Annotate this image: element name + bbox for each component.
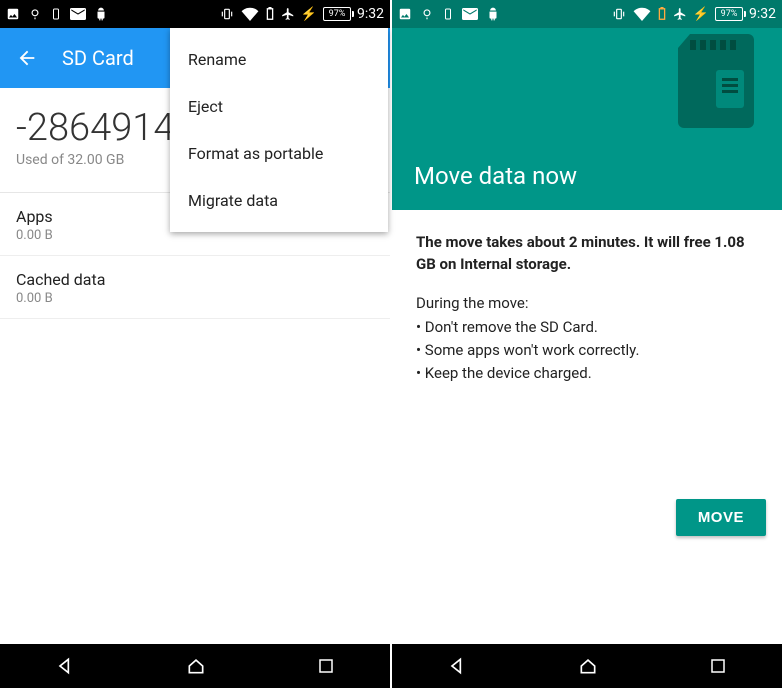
phone-icon [50,7,62,21]
screenshot-sdcard-settings: ⚡ 97% 9:32 SD Card ⋮ -2864914 Used of 32… [0,0,390,688]
airplane-icon [673,7,687,21]
row-label: Cached data [16,270,374,289]
overflow-menu: Rename Eject Format as portable Migrate … [170,28,388,232]
phone-icon [442,7,454,21]
move-button[interactable]: MOVE [676,499,766,536]
bullet-3: • Keep the device charged. [416,362,758,385]
vibrate-icon [219,7,235,21]
mail-icon [462,8,478,20]
battery-indicator: 97% [715,7,743,21]
wifi-icon [241,7,259,21]
menu-format-portable[interactable]: Format as portable [170,130,388,177]
menu-migrate-data[interactable]: Migrate data [170,177,388,224]
menu-eject[interactable]: Eject [170,83,388,130]
charging-icon: ⚡ [693,7,709,22]
back-button[interactable] [16,47,38,69]
sdcard-icon [676,34,756,128]
nav-bar [392,644,782,688]
bullet-2: • Some apps won't work correctly. [416,339,758,362]
image-icon [398,7,412,21]
hero: Move data now [392,28,782,210]
nav-back[interactable] [447,656,467,676]
image-icon [6,7,20,21]
battery-indicator: 97% [323,7,351,21]
nav-back[interactable] [55,656,75,676]
battery-low-icon [657,7,667,21]
clock: 9:32 [749,6,776,22]
android-icon [486,7,500,21]
row-cached-data[interactable]: Cached data 0.00 B [0,256,390,319]
nav-recent[interactable] [709,657,727,675]
nav-bar [0,644,390,688]
mail-icon [70,8,86,20]
page-title: SD Card [62,46,134,70]
hero-title: Move data now [414,162,760,190]
android-icon [94,7,108,21]
bulb-icon [420,7,434,21]
move-body: The move takes about 2 minutes. It will … [392,210,782,407]
screenshot-move-data: ⚡ 97% 9:32 Move da [392,0,782,688]
status-bar: ⚡ 97% 9:32 [392,0,782,28]
menu-rename[interactable]: Rename [170,36,388,83]
status-bar: ⚡ 97% 9:32 [0,0,390,28]
bullet-1: • Don't remove the SD Card. [416,316,758,339]
airplane-icon [281,7,295,21]
nav-home[interactable] [186,656,206,676]
nav-home[interactable] [578,656,598,676]
button-row: MOVE [392,499,782,552]
move-summary: The move takes about 2 minutes. It will … [416,232,758,276]
bulb-icon [28,7,42,21]
vibrate-icon [611,7,627,21]
clock: 9:32 [357,6,384,22]
nav-recent[interactable] [317,657,335,675]
battery-low-icon [265,7,275,21]
charging-icon: ⚡ [301,7,317,22]
row-value: 0.00 B [16,291,374,306]
during-title: During the move: [416,294,758,312]
wifi-icon [633,7,651,21]
